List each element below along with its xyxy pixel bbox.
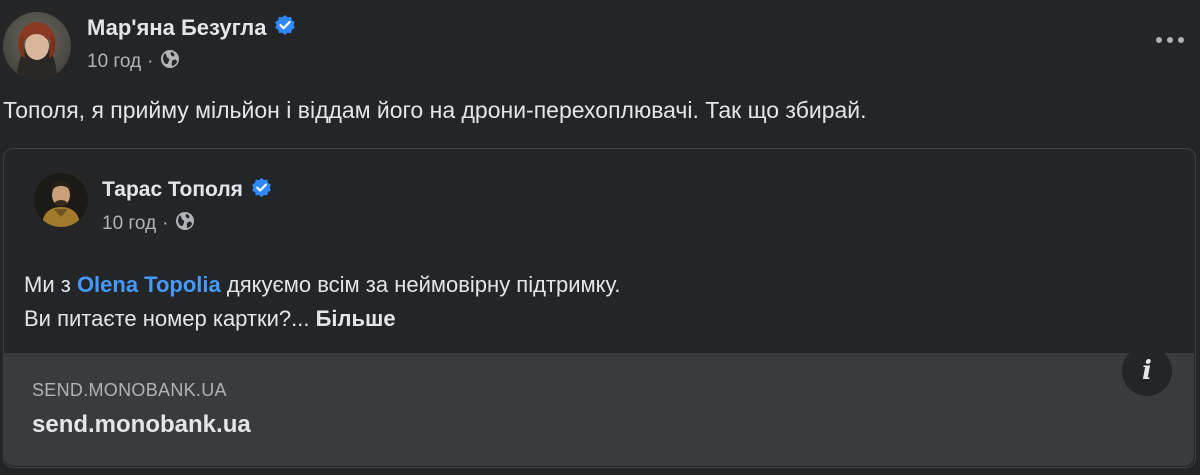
post-timestamp[interactable]: 10 год bbox=[87, 51, 141, 73]
author-avatar[interactable] bbox=[3, 12, 71, 80]
verified-badge-icon bbox=[274, 14, 296, 42]
meta-separator: · bbox=[162, 213, 169, 234]
globe-icon[interactable] bbox=[175, 211, 195, 237]
author-name[interactable]: Мар'яна Безугла bbox=[87, 14, 296, 42]
link-preview[interactable]: SEND.MONOBANK.UA send.monobank.ua i bbox=[4, 346, 1194, 466]
shared-text-prefix: Ми з bbox=[24, 272, 77, 297]
shared-author-name-label[interactable]: Тарас Тополя bbox=[102, 178, 243, 202]
meta-separator: · bbox=[147, 51, 154, 72]
info-button[interactable]: i bbox=[1122, 346, 1172, 396]
shared-text-suffix: дякуємо всім за неймовірну підтримку. bbox=[220, 272, 621, 297]
info-icon: i bbox=[1142, 356, 1152, 386]
mention-link[interactable]: Olena Topolia bbox=[77, 272, 221, 297]
shared-author-avatar[interactable] bbox=[34, 173, 88, 227]
shared-text-line2: Ви питаєте номер картки?... bbox=[24, 306, 316, 331]
globe-icon[interactable] bbox=[160, 49, 180, 75]
post-meta: 10 год · bbox=[87, 50, 180, 74]
link-title[interactable]: send.monobank.ua bbox=[32, 411, 251, 439]
link-domain: SEND.MONOBANK.UA bbox=[32, 380, 227, 400]
shared-text-line-1: Ми з Olena Topolia дякуємо всім за неймо… bbox=[24, 268, 620, 302]
verified-badge-icon bbox=[251, 177, 272, 204]
see-more-link[interactable]: Більше bbox=[316, 306, 396, 331]
shared-post-meta: 10 год · bbox=[102, 212, 195, 236]
post-body-text: Тополя, я прийму мільйон і віддам його н… bbox=[3, 97, 867, 123]
author-name-label[interactable]: Мар'яна Безугла bbox=[87, 15, 266, 41]
shared-post-body: Ми з Olena Topolia дякуємо всім за неймо… bbox=[24, 268, 620, 336]
shared-text-line-2: Ви питаєте номер картки?... Більше bbox=[24, 302, 620, 336]
shared-post-timestamp[interactable]: 10 год bbox=[102, 213, 156, 235]
shared-author-name[interactable]: Тарас Тополя bbox=[102, 176, 272, 204]
more-options-icon[interactable] bbox=[1152, 26, 1188, 54]
